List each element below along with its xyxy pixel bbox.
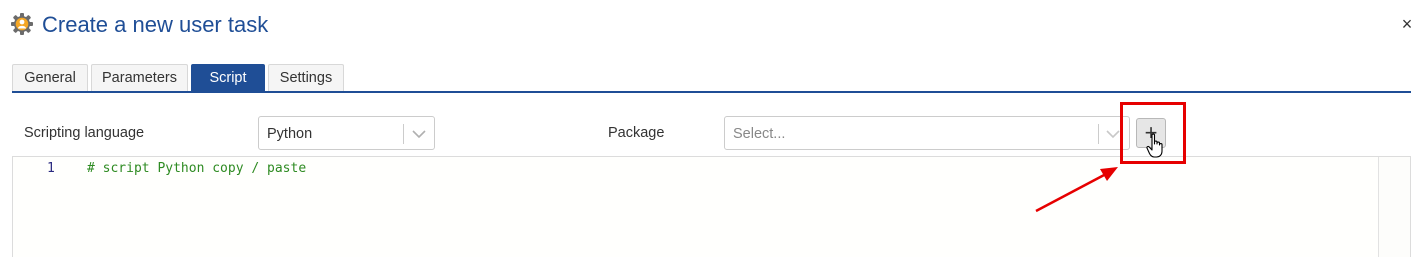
chevron-down-icon[interactable] — [1105, 126, 1121, 142]
chevron-down-icon[interactable] — [411, 126, 427, 142]
package-label: Package — [608, 125, 665, 141]
tab-settings[interactable]: Settings — [268, 64, 344, 92]
script-editor[interactable]: 1 # script Python copy / paste — [12, 156, 1411, 257]
package-select[interactable]: Select... — [724, 116, 1130, 150]
package-placeholder: Select... — [733, 126, 786, 142]
select-separator — [1098, 124, 1099, 144]
user-gear-icon — [11, 13, 33, 35]
tab-script[interactable]: Script — [191, 64, 265, 92]
annotation-arrow-icon — [1035, 167, 1118, 213]
select-separator — [403, 124, 404, 144]
scripting-language-value: Python — [267, 126, 313, 142]
scripting-language-label: Scripting language — [24, 125, 145, 141]
hand-pointer-icon — [1146, 133, 1163, 158]
tab-general[interactable]: General — [12, 64, 88, 92]
code-line[interactable]: # script Python copy / paste — [87, 161, 306, 177]
editor-scrollbar[interactable] — [1378, 157, 1410, 257]
tab-parameters[interactable]: Parameters — [91, 64, 188, 92]
dialog-title: Create a new user task — [42, 12, 269, 37]
line-number: 1 — [47, 161, 55, 176]
tab-underline — [12, 91, 1411, 93]
scripting-language-select[interactable]: Python — [258, 116, 435, 150]
close-icon[interactable]: × — [1398, 14, 1416, 34]
